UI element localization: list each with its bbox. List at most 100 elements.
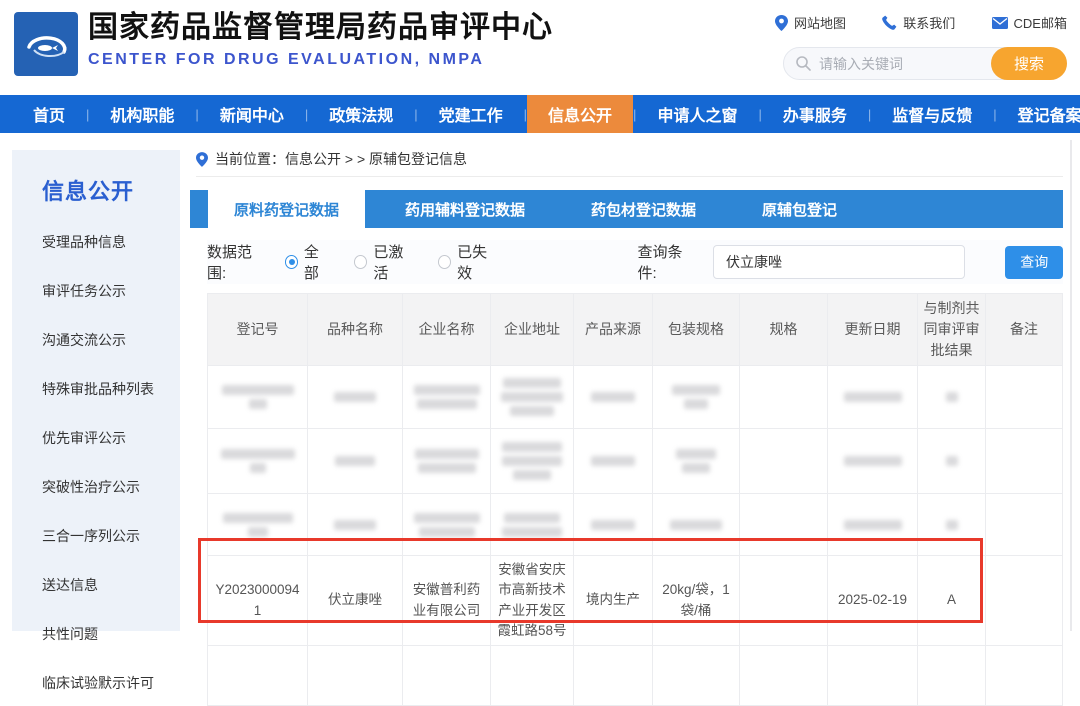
col-header-company-address: 企业地址 (491, 294, 574, 366)
nav-item-home[interactable]: 首页 (12, 95, 86, 133)
location-pin-icon (196, 152, 208, 167)
redacted-cell (653, 429, 740, 494)
redacted-cell (574, 429, 653, 494)
empty-cell (740, 646, 828, 706)
main-nav: 首页 | 机构职能 | 新闻中心 | 政策法规 | 党建工作 | 信息公开 | … (0, 95, 1080, 133)
redacted-cell (308, 366, 403, 429)
empty-cell (208, 646, 308, 706)
site-header: 国家药品监督管理局药品审评中心 CENTER FOR DRUG EVALUATI… (0, 0, 1080, 95)
radio-expired[interactable]: 已失效 (438, 241, 500, 283)
cell-update-date: 2025-02-19 (828, 556, 918, 646)
sidebar-item-three-in-one[interactable]: 三合一序列公示 (42, 526, 180, 546)
table-header-row: 登记号 品种名称 企业名称 企业地址 产品来源 包装规格 规格 更新日期 与制剂… (208, 294, 1063, 366)
title-block: 国家药品监督管理局药品审评中心 CENTER FOR DRUG EVALUATI… (88, 9, 553, 69)
sidebar-item-common-issues[interactable]: 共性问题 (42, 624, 180, 644)
search-button[interactable]: 搜索 (991, 47, 1067, 80)
radio-expired-control[interactable] (438, 255, 451, 269)
cell-company-name: 安徽普利药业有限公司 (403, 556, 491, 646)
cde-mail-link[interactable]: CDE邮箱 (992, 13, 1067, 32)
redacted-cell (653, 494, 740, 556)
tab-apie-registration[interactable]: 原辅包登记 (736, 190, 863, 228)
cell-spec (740, 556, 828, 646)
empty-cell (403, 646, 491, 706)
redacted-cell (491, 429, 574, 494)
sidebar-item-priority-review[interactable]: 优先审评公示 (42, 428, 180, 448)
tab-packaging-registration-data[interactable]: 药包材登记数据 (565, 190, 722, 228)
radio-activated-control[interactable] (354, 255, 367, 269)
registration-table: 登记号 品种名称 企业名称 企业地址 产品来源 包装规格 规格 更新日期 与制剂… (207, 293, 1063, 706)
contact-us-label: 联系我们 (903, 13, 955, 32)
tab-bar: 原料药登记数据 药用辅料登记数据 药包材登记数据 原辅包登记 (190, 190, 1063, 228)
redacted-cell (491, 494, 574, 556)
nav-item-news[interactable]: 新闻中心 (199, 95, 305, 133)
site-search[interactable]: 请输入关键词 搜索 (783, 47, 1067, 80)
redacted-cell (653, 366, 740, 429)
redacted-cell (308, 429, 403, 494)
col-header-update-date: 更新日期 (828, 294, 918, 366)
redacted-cell (986, 429, 1063, 494)
redacted-cell (918, 429, 986, 494)
sidebar-title: 信息公开 (42, 174, 180, 206)
sitemap-link[interactable]: 网站地图 (775, 13, 846, 32)
redacted-cell (403, 429, 491, 494)
sidebar-item-communication[interactable]: 沟通交流公示 (42, 330, 180, 350)
col-header-product-source: 产品来源 (574, 294, 653, 366)
empty-cell (986, 646, 1063, 706)
empty-cell (653, 646, 740, 706)
sidebar-item-accepted-varieties[interactable]: 受理品种信息 (42, 232, 180, 252)
sidebar-item-clinical-trial-license[interactable]: 临床试验默示许可 (42, 673, 180, 693)
sidebar-item-special-approval[interactable]: 特殊审批品种列表 (42, 379, 180, 399)
redacted-cell (986, 366, 1063, 429)
breadcrumb-label: 当前位置：信息公开 > > 原辅包登记信息 (215, 149, 467, 169)
nav-item-services[interactable]: 办事服务 (762, 95, 868, 133)
nav-item-applicant-window[interactable]: 申请人之窗 (636, 95, 758, 133)
redacted-cell (208, 366, 308, 429)
empty-cell (574, 646, 653, 706)
redacted-cell (403, 494, 491, 556)
cell-registration-no: Y20230000941 (208, 556, 308, 646)
nav-item-policy[interactable]: 政策法规 (308, 95, 414, 133)
sidebar: 信息公开 受理品种信息 审评任务公示 沟通交流公示 特殊审批品种列表 优先审评公… (12, 150, 180, 631)
cde-logo (14, 12, 78, 76)
col-header-variety-name: 品种名称 (308, 294, 403, 366)
sidebar-item-delivery-info[interactable]: 送达信息 (42, 575, 180, 595)
cell-variety-name: 伏立康唑 (308, 556, 403, 646)
sidebar-item-review-tasks[interactable]: 审评任务公示 (42, 281, 180, 301)
query-condition-input[interactable] (713, 245, 965, 279)
cell-joint-review-result: A (918, 556, 986, 646)
table-row-redacted (208, 494, 1063, 556)
filter-bar: 数据范围: 全部 已激活 已失效 查询条件: 查询 (207, 240, 1063, 284)
nav-item-registration-platform[interactable]: 登记备案平台 (997, 95, 1080, 133)
redacted-cell (740, 366, 828, 429)
search-icon (796, 56, 811, 71)
redacted-cell (574, 366, 653, 429)
tab-api-registration-data[interactable]: 原料药登记数据 (208, 190, 365, 228)
query-button[interactable]: 查询 (1005, 246, 1063, 279)
empty-cell (918, 646, 986, 706)
tab-excipient-registration-data[interactable]: 药用辅料登记数据 (379, 190, 551, 228)
nav-item-functions[interactable]: 机构职能 (89, 95, 195, 133)
radio-all[interactable]: 全部 (285, 241, 332, 283)
redacted-cell (208, 494, 308, 556)
radio-activated[interactable]: 已激活 (354, 241, 416, 283)
redacted-cell (740, 429, 828, 494)
redacted-cell (918, 494, 986, 556)
redacted-cell (574, 494, 653, 556)
cell-product-source: 境内生产 (574, 556, 653, 646)
table-row-redacted (208, 366, 1063, 429)
contact-us-link[interactable]: 联系我们 (882, 13, 955, 32)
cell-company-address: 安徽省安庆市高新技术产业开发区霞虹路58号 (491, 556, 574, 646)
nav-item-supervision[interactable]: 监督与反馈 (871, 95, 993, 133)
sidebar-item-breakthrough-therapy[interactable]: 突破性治疗公示 (42, 477, 180, 497)
redacted-cell (403, 366, 491, 429)
nav-item-party[interactable]: 党建工作 (418, 95, 524, 133)
nav-item-info-disclosure[interactable]: 信息公开 (527, 95, 633, 133)
redacted-cell (828, 429, 918, 494)
breadcrumb: 当前位置：信息公开 > > 原辅包登记信息 (196, 150, 1063, 177)
radio-all-control[interactable] (285, 255, 298, 269)
radio-all-label: 全部 (304, 241, 332, 283)
scope-label: 数据范围: (207, 241, 269, 283)
table-row-redacted (208, 429, 1063, 494)
redacted-cell (828, 494, 918, 556)
search-input[interactable]: 请输入关键词 (819, 54, 991, 74)
